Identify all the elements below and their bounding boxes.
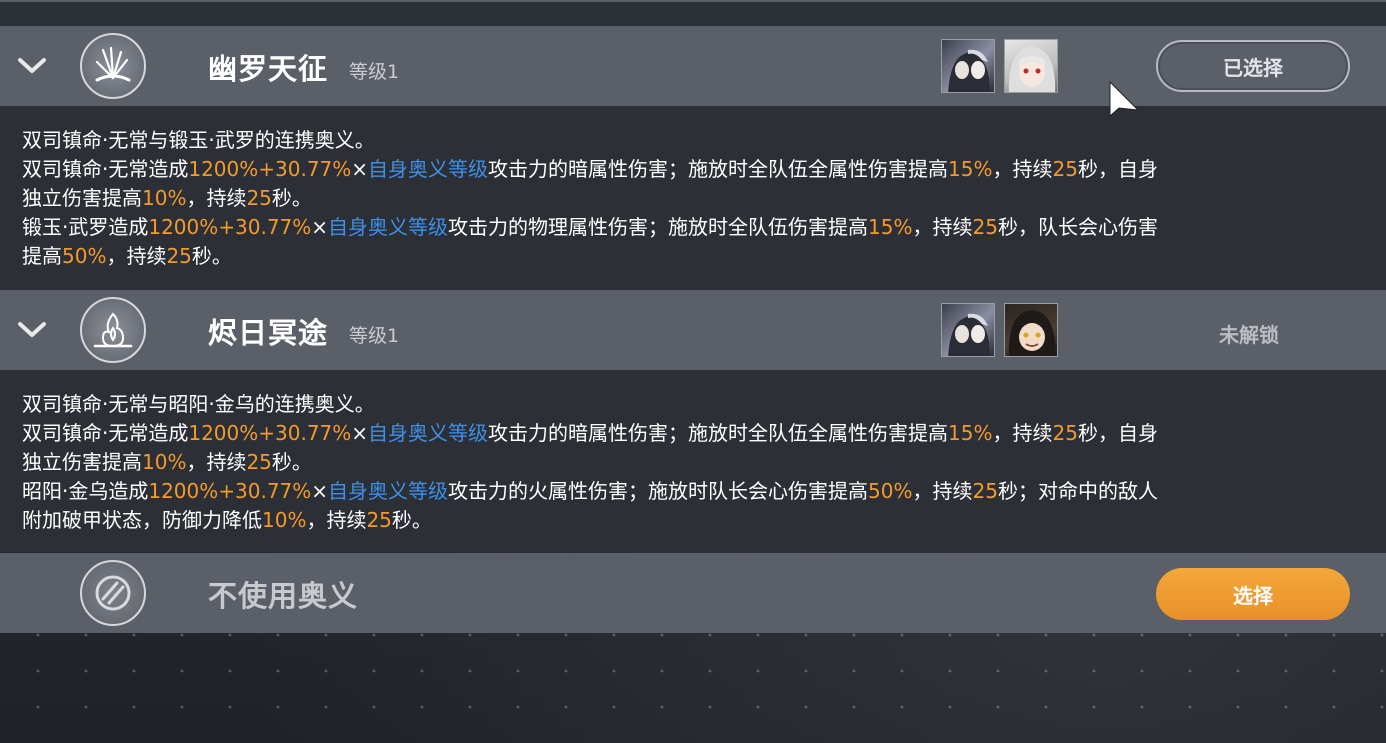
top-strip xyxy=(0,0,1386,26)
burst-emblem-icon xyxy=(80,33,146,99)
locked-status: 未解锁 xyxy=(1219,323,1279,347)
chevron-down-icon[interactable] xyxy=(16,52,48,80)
no-skill-label: 不使用奥义 xyxy=(208,579,359,613)
mouse-cursor-icon xyxy=(1108,80,1142,124)
decorative-dots xyxy=(0,702,1386,712)
desc-line: 锻玉·武罗造成1200%+30.77%×自身奥义等级攻击力的物理属性伤害；施放时… xyxy=(22,215,1158,239)
desc-line: 提高50%，持续25秒。 xyxy=(22,244,232,268)
flame-emblem-icon xyxy=(80,297,146,363)
skill-title: 烬日冥途 xyxy=(208,316,329,350)
skill-description-1: 双司镇命·无常与锻玉·武罗的连携奥义。 双司镇命·无常造成1200%+30.77… xyxy=(0,106,1386,290)
skill-title: 幽罗天征 xyxy=(208,52,329,86)
desc-line: 附加破甲状态，防御力降低10%，持续25秒。 xyxy=(22,508,432,532)
desc-line: 双司镇命·无常造成1200%+30.77%×自身奥义等级攻击力的暗属性伤害；施放… xyxy=(22,157,1158,181)
selected-button[interactable]: 已选择 xyxy=(1156,40,1350,92)
desc-line: 双司镇命·无常与锻玉·武罗的连携奥义。 xyxy=(22,128,375,152)
desc-line: 双司镇命·无常与昭阳·金乌的连携奥义。 xyxy=(22,392,375,416)
desc-line: 双司镇命·无常造成1200%+30.77%×自身奥义等级攻击力的暗属性伤害；施放… xyxy=(22,421,1158,445)
select-button[interactable]: 选择 xyxy=(1156,568,1350,620)
skill-level: 等级1 xyxy=(349,61,400,83)
character-portrait-wuchang xyxy=(941,303,995,357)
no-skill-icon xyxy=(80,560,146,626)
decorative-dots xyxy=(0,630,1386,640)
character-portrait-wuchang xyxy=(941,39,995,93)
desc-line: 独立伤害提高10%，持续25秒。 xyxy=(22,450,312,474)
decorative-dots xyxy=(0,666,1386,676)
character-portrait-wuluo xyxy=(1004,39,1058,93)
chevron-down-icon[interactable] xyxy=(16,316,48,344)
skill-level: 等级1 xyxy=(349,325,400,347)
skill-card-header-2[interactable]: 烬日冥途 等级1 未解锁 xyxy=(0,290,1386,370)
skill-description-2: 双司镇命·无常与昭阳·金乌的连携奥义。 双司镇命·无常造成1200%+30.77… xyxy=(0,370,1386,552)
character-portrait-jinwu xyxy=(1004,303,1058,357)
desc-line: 独立伤害提高10%，持续25秒。 xyxy=(22,186,312,210)
desc-line: 昭阳·金乌造成1200%+30.77%×自身奥义等级攻击力的火属性伤害；施放时队… xyxy=(22,479,1158,503)
